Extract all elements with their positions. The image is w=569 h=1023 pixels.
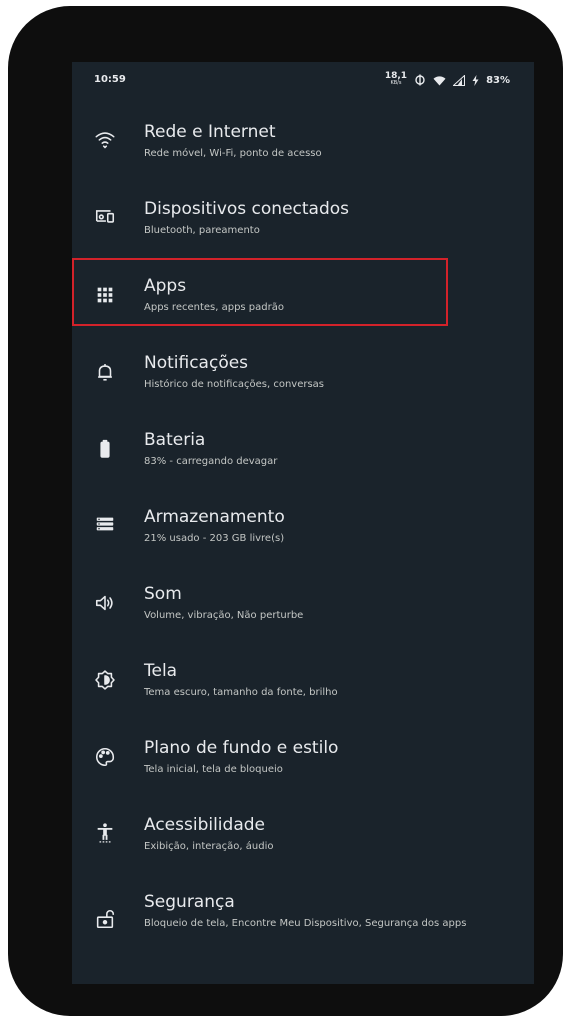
settings-item-title: Armazenamento — [144, 507, 285, 527]
settings-item-tela[interactable]: Tela Tema escuro, tamanho da fonte, bril… — [72, 661, 534, 737]
settings-item-subtitle: Tela inicial, tela de bloqueio — [144, 764, 283, 775]
settings-item-subtitle: Bloqueio de tela, Encontre Meu Dispositi… — [144, 918, 467, 929]
palette-icon — [94, 746, 116, 768]
settings-item-som[interactable]: Som Volume, vibração, Não perturbe — [72, 584, 534, 660]
settings-item-title: Bateria — [144, 430, 206, 450]
lock-icon — [94, 908, 116, 930]
settings-item-title: Dispositivos conectados — [144, 199, 350, 219]
settings-item-subtitle: Bluetooth, pareamento — [144, 225, 260, 236]
settings-item-subtitle: Rede móvel, Wi-Fi, ponto de acesso — [144, 148, 322, 159]
highlight-box — [72, 258, 448, 326]
brightness-icon — [94, 669, 116, 691]
status-icons: 18,1 KB/s 83% — [384, 71, 510, 87]
settings-item-subtitle: Volume, vibração, Não perturbe — [144, 610, 304, 621]
cell-signal-icon — [453, 74, 466, 86]
network-speed-value: 18,1 — [384, 71, 408, 81]
settings-item-subtitle: Tema escuro, tamanho da fonte, brilho — [144, 687, 338, 698]
settings-item-title: Plano de fundo e estilo — [144, 738, 339, 758]
settings-item-plano-de-fundo-e-estilo[interactable]: Plano de fundo e estilo Tela inicial, te… — [72, 738, 534, 814]
speaker-icon — [94, 592, 116, 614]
settings-item-title: Tela — [144, 661, 178, 681]
wifi-icon — [94, 128, 116, 150]
settings-item-title: Notificações — [144, 353, 249, 373]
phone-frame: 10:59 18,1 KB/s 83% Rede e Internet Rede… — [8, 6, 563, 1016]
connected-devices-icon — [94, 205, 116, 227]
wifi-icon — [433, 75, 446, 86]
settings-item-title: Rede e Internet — [144, 122, 276, 142]
battery-icon — [94, 438, 116, 460]
status-bar: 10:59 18,1 KB/s 83% — [72, 62, 534, 98]
settings-item-bateria[interactable]: Bateria 83% - carregando devagar — [72, 430, 534, 506]
settings-item-subtitle: 21% usado - 203 GB livre(s) — [144, 533, 285, 544]
accessibility-icon — [94, 822, 116, 844]
settings-screen: 10:59 18,1 KB/s 83% Rede e Internet Rede… — [72, 62, 534, 984]
settings-item-title: Segurança — [144, 892, 235, 912]
settings-item-subtitle: Histórico de notificações, conversas — [144, 379, 325, 390]
settings-item-armazenamento[interactable]: Armazenamento 21% usado - 203 GB livre(s… — [72, 507, 534, 583]
settings-item-rede-e-internet[interactable]: Rede e Internet Rede móvel, Wi-Fi, ponto… — [72, 122, 534, 198]
settings-item-subtitle: Exibição, interação, áudio — [144, 841, 274, 852]
battery-percentage: 83% — [486, 74, 510, 86]
storage-icon — [94, 513, 116, 535]
data-saver-icon — [414, 74, 426, 86]
settings-item-notificacoes[interactable]: Notificações Histórico de notificações, … — [72, 353, 534, 429]
network-speed-unit: KB/s — [390, 80, 402, 86]
settings-item-title: Acessibilidade — [144, 815, 265, 835]
settings-item-subtitle: 83% - carregando devagar — [144, 456, 278, 467]
settings-item-title: Som — [144, 584, 182, 604]
bell-icon — [94, 361, 116, 383]
charging-icon — [472, 74, 479, 86]
settings-item-seguranca[interactable]: Segurança Bloqueio de tela, Encontre Meu… — [72, 892, 534, 982]
status-time: 10:59 — [94, 74, 126, 85]
settings-item-acessibilidade[interactable]: Acessibilidade Exibição, interação, áudi… — [72, 815, 534, 891]
network-speed: 18,1 KB/s — [384, 71, 408, 87]
